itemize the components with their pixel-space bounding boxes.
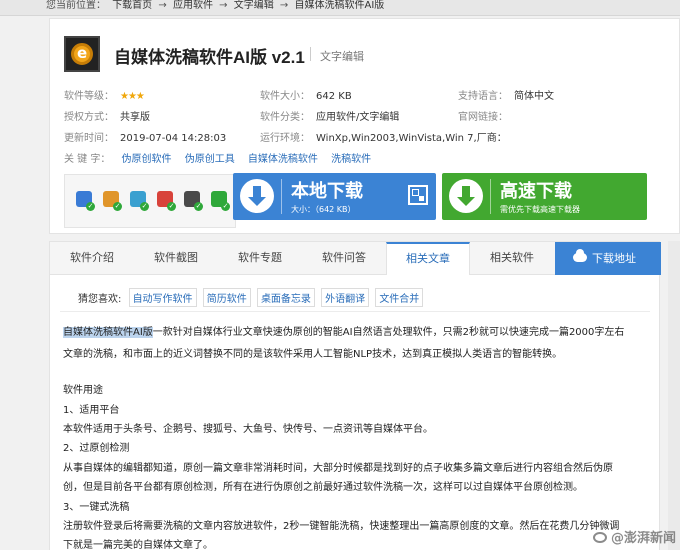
env-row: 运行环境： WinXp,Win2003,WinVista,Win 7,厂商： — [260, 129, 507, 144]
rating-stars-icon: ★★★ — [120, 91, 145, 102]
breadcrumb-separator: → — [219, 0, 228, 11]
tab-download-address[interactable]: 下载地址 — [555, 242, 661, 275]
robot-icon — [103, 191, 122, 211]
tab-related-articles[interactable]: 相关文章 — [386, 242, 470, 276]
breadcrumb-prefix: 您当前位置： — [46, 0, 106, 11]
lock-icon — [184, 191, 203, 211]
category-row: 软件分类： 应用软件/文字编辑 — [260, 108, 399, 123]
keyword-link[interactable]: 洗稿软件 — [331, 154, 371, 165]
guess-tag[interactable]: 桌面备忘录 — [256, 288, 315, 307]
rating-row: 软件等级： ★★★ — [64, 87, 145, 102]
env-label: 运行环境： — [260, 133, 310, 144]
env-value: WinXp,Win2003,WinVista,Win 7,厂商： — [316, 133, 507, 144]
section2-heading: 2、过原创检测 — [63, 443, 130, 454]
tab-topics[interactable]: 软件专题 — [218, 242, 302, 275]
local-download-size: 大小：（642 KB） — [291, 205, 356, 214]
check-shield-icon — [211, 191, 230, 211]
section3-heading: 3、一键式洗稿 — [63, 502, 130, 513]
keywords-label: 关 键 字： — [64, 154, 111, 165]
content-divider — [60, 311, 650, 312]
section2-body-line2: 创，但是目前各平台都有原创检测，所有在进行伪原创之前最好通过软件洗稿一次，这样可… — [63, 482, 583, 493]
highlighted-text: 自媒体洗稿软件AI版 — [63, 327, 153, 338]
license-row: 授权方式： 共享版 — [64, 108, 150, 123]
language-value: 简体中文 — [514, 91, 554, 102]
weibo-icon — [592, 532, 607, 543]
site-row: 官网链接： — [458, 108, 514, 123]
guess-tag[interactable]: 自动写作软件 — [128, 288, 197, 307]
breadcrumb-item-current: 自媒体洗稿软件AI版 — [294, 0, 385, 11]
site-label: 官网链接： — [458, 112, 508, 123]
guess-tag[interactable]: 外语翻译 — [321, 288, 370, 307]
article-intro-line2: 文章的洗稿，和市面上的近义词替换不同的是该软件采用人工智能NLP技术，达到真正模… — [63, 349, 563, 360]
logo-e-icon — [71, 43, 93, 65]
size-label: 软件大小： — [260, 91, 310, 102]
language-row: 支持语言： 简体中文 — [458, 87, 554, 102]
download-arrow-icon — [449, 179, 483, 213]
keyword-link[interactable]: 自媒体洗稿软件 — [248, 154, 318, 165]
section3-body-line2: 下就是一篇完美的自媒体文章了。 — [63, 540, 213, 550]
tab-intro[interactable]: 软件介绍 — [50, 242, 134, 275]
size-row: 软件大小： 642 KB — [260, 87, 352, 102]
button-divider — [281, 179, 282, 214]
security-badges — [64, 174, 236, 228]
download-arrow-icon — [240, 179, 274, 213]
guess-you-like: 猜您喜欢: 自动写作软件 简历软件 桌面备忘录 外语翻译 文件合并 — [78, 288, 426, 307]
language-label: 支持语言： — [458, 91, 508, 102]
watermark: @澎湃新闻 — [592, 527, 676, 546]
tab-download-label: 下载地址 — [592, 252, 636, 265]
tab-related-software[interactable]: 相关软件 — [470, 242, 554, 275]
breadcrumb: 您当前位置： 下载首页 → 应用软件 → 文字编辑 → 自媒体洗稿软件AI版 — [0, 0, 680, 16]
update-label: 更新时间： — [64, 133, 114, 144]
breadcrumb-item-text-edit[interactable]: 文字编辑 — [234, 0, 274, 11]
keyword-link[interactable]: 伪原创工具 — [185, 154, 235, 165]
software-logo — [64, 36, 100, 72]
category-value[interactable]: 应用软件/文字编辑 — [316, 112, 399, 123]
article-intro-line1: 自媒体洗稿软件AI版一款针对自媒体行业文章快速伪原创的智能AI自然语言处理软件，… — [63, 323, 653, 338]
intro-text: 一款针对自媒体行业文章快速伪原创的智能AI自然语言处理软件，只需2秒就可以快速完… — [152, 327, 625, 338]
license-label: 授权方式： — [64, 112, 114, 123]
breadcrumb-separator: → — [279, 0, 289, 11]
size-value: 642 KB — [316, 91, 352, 102]
scan-icon — [130, 191, 149, 211]
breadcrumb-item-apps[interactable]: 应用软件 — [173, 0, 213, 11]
category-label: 软件分类： — [260, 112, 310, 123]
tab-qa[interactable]: 软件问答 — [302, 242, 386, 275]
tab-bar: 软件介绍 软件截图 软件专题 软件问答 相关文章 相关软件 下载地址 — [49, 241, 661, 276]
section2-body-line1: 从事自媒体的编辑都知道，原创一篇文章非常消耗时间，大部分时候都是找到好的点子收集… — [63, 463, 613, 474]
fast-download-label: 高速下载 — [500, 181, 572, 202]
license-value: 共享版 — [120, 112, 150, 123]
section3-body-line1: 注册软件登录后将需要洗稿的文章内容放进软件，2秒一键智能洗稿，快速整理出一篇高原… — [63, 521, 620, 532]
page-scrollbar[interactable] — [668, 241, 680, 550]
title-divider — [310, 47, 311, 61]
usage-heading: 软件用途 — [63, 385, 103, 396]
rating-label: 软件等级： — [64, 91, 114, 102]
local-download-label: 本地下载 — [291, 181, 363, 202]
article-content: 猜您喜欢: 自动写作软件 简历软件 桌面备忘录 外语翻译 文件合并 自媒体洗稿软… — [49, 275, 660, 550]
software-title: 自媒体洗稿软件AI版 v2.1 — [114, 48, 305, 67]
section1-heading: 1、适用平台 — [63, 405, 120, 416]
section1-body: 本软件适用于头条号、企鹅号、搜狐号、大鱼号、快传号、一点资讯等自媒体平台。 — [63, 424, 433, 435]
breadcrumb-item-home[interactable]: 下载首页 — [112, 0, 152, 11]
category-tag[interactable]: 文字编辑 — [320, 48, 364, 64]
guess-tag[interactable]: 文件合并 — [375, 288, 424, 307]
guess-label: 猜您喜欢: — [78, 294, 122, 305]
shield-icon — [76, 191, 95, 211]
local-download-button[interactable]: 本地下载 大小：（642 KB） — [233, 173, 436, 220]
qr-code-icon[interactable] — [408, 185, 428, 205]
keywords-row: 关 键 字： 伪原创软件 伪原创工具 自媒体洗稿软件 洗稿软件 — [64, 150, 381, 165]
tab-screenshots[interactable]: 软件截图 — [134, 242, 218, 275]
fast-download-note: 需优先下载高速下载器 — [500, 205, 580, 214]
update-row: 更新时间： 2019-07-04 14:28:03 — [64, 129, 226, 144]
watermark-text: @澎湃新闻 — [610, 531, 676, 546]
breadcrumb-separator: → — [158, 0, 167, 11]
fast-download-button[interactable]: 高速下载 需优先下载高速下载器 — [442, 173, 647, 220]
keyword-link[interactable]: 伪原创软件 — [122, 154, 172, 165]
cloud-download-icon — [573, 249, 587, 262]
button-divider — [490, 179, 491, 214]
kaspersky-icon — [157, 191, 176, 211]
update-value: 2019-07-04 14:28:03 — [120, 133, 227, 144]
guess-tag[interactable]: 简历软件 — [202, 288, 251, 307]
